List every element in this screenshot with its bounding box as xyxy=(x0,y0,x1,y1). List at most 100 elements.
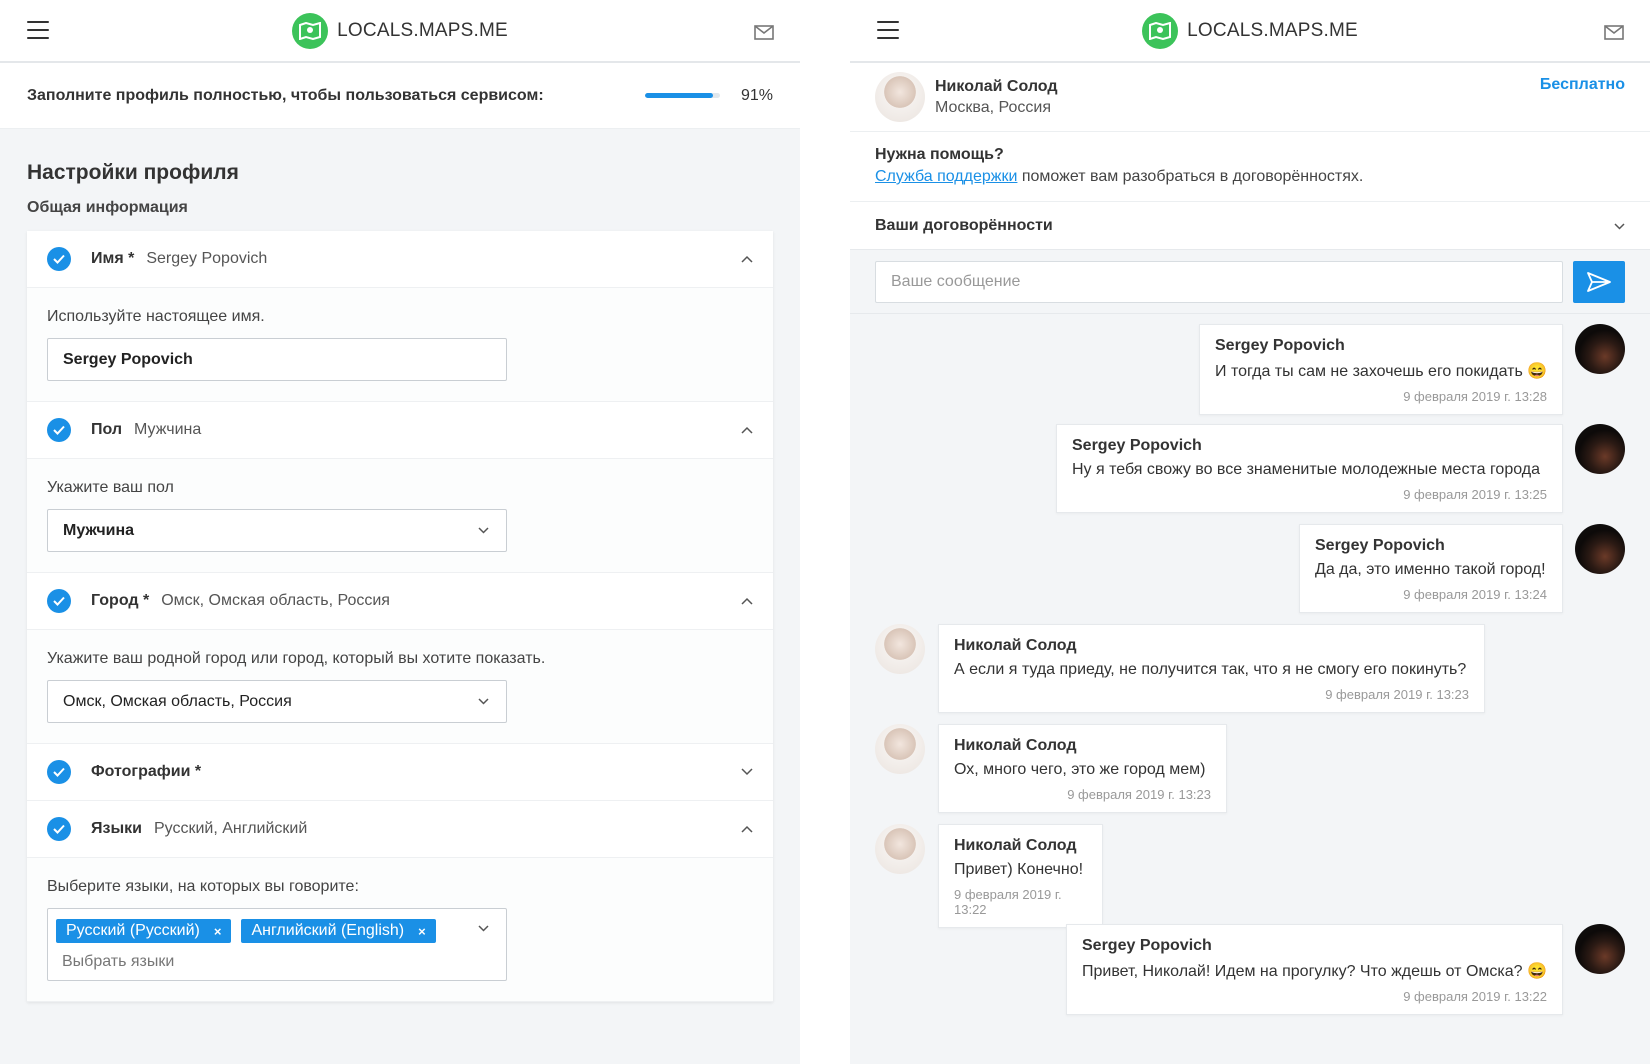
message-author: Sergey Popovich xyxy=(1082,937,1212,954)
mail-icon[interactable] xyxy=(754,25,774,40)
message-author: Sergey Popovich xyxy=(1215,337,1345,354)
sender-avatar[interactable] xyxy=(1575,524,1625,574)
language-tag-label: Английский (English) xyxy=(251,922,405,939)
language-tags: Русский (Русский) × Английский (English) × xyxy=(56,919,436,943)
logo-text: LOCALS.MAPS.ME xyxy=(1187,20,1358,41)
language-tag-label: Русский (Русский) xyxy=(66,922,200,939)
mail-icon[interactable] xyxy=(1604,25,1624,40)
support-link[interactable]: Служба поддержки xyxy=(875,168,1017,185)
message-date: 9 февраля 2019 г. 13:24 xyxy=(1403,587,1547,602)
partner-name[interactable]: Николай Солод xyxy=(935,78,1058,96)
profile-settings-card: Имя * Sergey Popovich Используйте настоя… xyxy=(27,231,773,1002)
partner-avatar[interactable] xyxy=(875,824,925,874)
progress-percent: 91% xyxy=(740,86,773,104)
city-select[interactable]: Омск, Омская область, Россия xyxy=(47,680,507,723)
languages-hint: Выберите языки, на которых вы говорите: xyxy=(47,878,359,895)
row-value: Русский, Английский xyxy=(153,820,308,837)
city-row-header[interactable]: Город * Омск, Омская область, Россия xyxy=(27,573,773,630)
languages-row-body: Выберите языки, на которых вы говорите: … xyxy=(27,858,773,1002)
message-author: Николай Солод xyxy=(954,837,1077,854)
send-button[interactable] xyxy=(1573,260,1625,303)
check-icon xyxy=(47,418,71,442)
sender-avatar[interactable] xyxy=(1575,424,1625,474)
languages-multiselect[interactable]: Русский (Русский) × Английский (English) ×… xyxy=(47,908,507,981)
check-icon xyxy=(47,247,71,271)
language-tag[interactable]: Русский (Русский) × xyxy=(56,919,232,943)
chat-partner-header: Николай Солод Москва, Россия Бесплатно xyxy=(850,63,1650,132)
remove-tag-icon[interactable]: × xyxy=(214,924,222,939)
gender-hint: Укажите ваш пол xyxy=(47,479,174,496)
help-question: Нужна помощь? xyxy=(875,146,1004,163)
top-bar: LOCALS.MAPS.ME xyxy=(0,0,800,63)
section-title: Настройки профиля xyxy=(27,161,239,184)
gender-select[interactable]: Мужчина xyxy=(47,509,507,552)
logo[interactable]: LOCALS.MAPS.ME xyxy=(850,13,1650,49)
row-value: Sergey Popovich xyxy=(146,250,268,267)
languages-row-header[interactable]: Языки Русский, Английский xyxy=(27,801,773,858)
message-bubble-outgoing: Sergey Popovich Да да, это именно такой … xyxy=(1299,524,1563,613)
gender-select-value: Мужчина xyxy=(63,521,135,539)
message-text: Да да, это именно такой город! xyxy=(1315,561,1546,578)
message-bubble-outgoing: Sergey Popovich Ну я тебя свожу во все з… xyxy=(1056,424,1563,513)
photos-row-header[interactable]: Фотографии * xyxy=(27,744,773,801)
message-author: Sergey Popovich xyxy=(1072,437,1202,454)
name-input[interactable]: Sergey Popovich xyxy=(47,338,507,381)
chevron-down-icon xyxy=(478,527,489,534)
language-tag[interactable]: Английский (English) × xyxy=(241,919,436,943)
chevron-up-icon[interactable] xyxy=(741,597,753,605)
row-label: Языки xyxy=(91,820,142,837)
help-box: Нужна помощь? Служба поддержки поможет в… xyxy=(850,132,1650,202)
partner-city: Москва, Россия xyxy=(935,98,1051,116)
name-row-header[interactable]: Имя * Sergey Popovich xyxy=(27,231,773,288)
message-text: Привет) Конечно! xyxy=(954,861,1084,878)
check-icon xyxy=(47,817,71,841)
free-badge[interactable]: Бесплатно xyxy=(1540,76,1625,94)
message-text: Ну я тебя свожу во все знаменитые молоде… xyxy=(1072,461,1541,478)
message-text: Ох, много чего, это же город мем) xyxy=(954,761,1206,778)
message-bubble-incoming: Николай Солод Ох, много чего, это же гор… xyxy=(938,724,1227,813)
message-bubble-outgoing: Sergey Popovich И тогда ты сам не захоче… xyxy=(1199,324,1563,415)
row-label: Фотографии * xyxy=(91,763,202,780)
message-author: Sergey Popovich xyxy=(1315,537,1445,554)
sender-avatar[interactable] xyxy=(1575,924,1625,974)
row-value: Мужчина xyxy=(134,421,202,438)
partner-avatar[interactable] xyxy=(875,724,925,774)
partner-avatar[interactable] xyxy=(875,72,925,122)
profile-progress: Заполните профиль полностью, чтобы польз… xyxy=(0,63,800,129)
chat-panel: LOCALS.MAPS.ME Николай Солод Москва, Рос… xyxy=(850,0,1650,1064)
chevron-down-icon xyxy=(1614,223,1625,230)
message-date: 9 февраля 2019 г. 13:22 xyxy=(954,887,1062,917)
progress-label: Заполните профиль полностью, чтобы польз… xyxy=(27,86,544,104)
row-label: Имя * xyxy=(91,250,135,267)
sender-avatar[interactable] xyxy=(1575,324,1625,374)
message-date: 9 февраля 2019 г. 13:28 xyxy=(1403,389,1547,404)
partner-avatar[interactable] xyxy=(875,624,925,674)
row-label: Город * xyxy=(91,592,150,609)
message-date: 9 февраля 2019 г. 13:23 xyxy=(1325,687,1469,702)
chevron-down-icon[interactable] xyxy=(741,768,753,776)
agreements-toggle[interactable]: Ваши договорённости xyxy=(850,202,1650,250)
check-icon xyxy=(47,760,71,784)
chevron-up-icon[interactable] xyxy=(741,825,753,833)
city-row-body: Укажите ваш родной город или город, кото… xyxy=(27,630,773,744)
profile-panel: LOCALS.MAPS.ME Заполните профиль полност… xyxy=(0,0,800,1064)
chevron-up-icon[interactable] xyxy=(741,426,753,434)
chevron-up-icon[interactable] xyxy=(741,255,753,263)
gender-row-header[interactable]: Пол Мужчина xyxy=(27,402,773,459)
logo-map-icon xyxy=(292,13,329,49)
chevron-down-icon xyxy=(478,698,489,705)
message-feed: Sergey Popovich И тогда ты сам не захоче… xyxy=(850,314,1650,1064)
logo-text: LOCALS.MAPS.ME xyxy=(337,20,508,41)
city-hint: Укажите ваш родной город или город, кото… xyxy=(47,650,546,667)
logo[interactable]: LOCALS.MAPS.ME xyxy=(0,13,800,49)
message-date: 9 февраля 2019 г. 13:22 xyxy=(1403,989,1547,1004)
help-text: поможет вам разобраться в договорённостя… xyxy=(1017,168,1364,185)
send-icon xyxy=(1587,271,1611,292)
message-text: А если я туда приеду, не получится так, … xyxy=(954,661,1467,678)
gender-row-body: Укажите ваш пол Мужчина xyxy=(27,459,773,573)
compose-bar xyxy=(850,250,1650,314)
message-text: И тогда ты сам не захочешь его покидать … xyxy=(1215,363,1548,380)
message-input[interactable] xyxy=(875,260,1563,303)
top-bar: LOCALS.MAPS.ME xyxy=(850,0,1650,63)
remove-tag-icon[interactable]: × xyxy=(418,924,426,939)
